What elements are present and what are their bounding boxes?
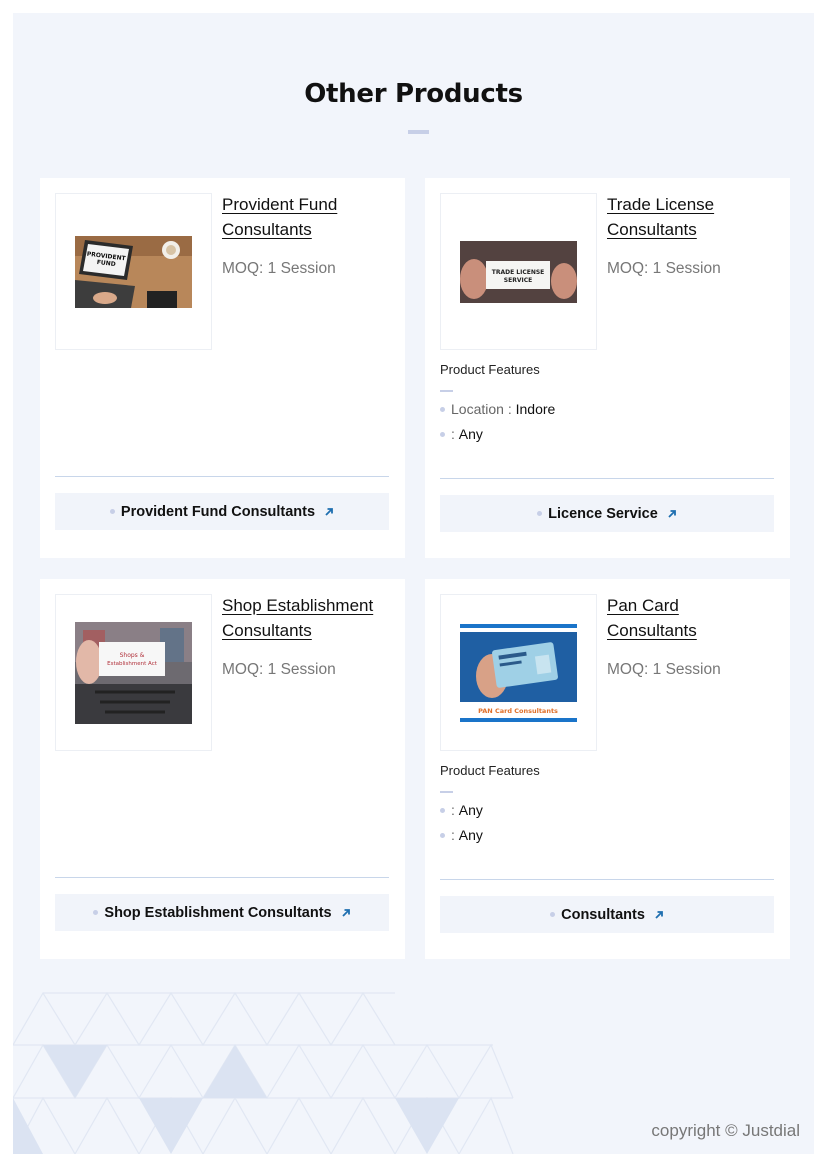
feature-sep: : [451,827,459,843]
trade-license-image: TRADE LICENSE SERVICE [460,240,577,303]
triangle-pattern [13,991,514,1154]
arrow-up-right-icon [324,507,334,517]
product-moq: MOQ: 1 Session [607,260,721,277]
section-title: Other Products [304,79,523,109]
arrow-up-right-icon [654,910,664,920]
product-features: Product Features Location : Indore : Any [440,362,780,442]
cta-label: Provident Fund Consultants [120,503,316,520]
product-title-line: Consultants [607,220,697,239]
feature-key: Location [451,401,504,417]
features-title: Product Features [440,763,540,778]
feature-sep: : [451,802,459,818]
image-label: Shops & [120,652,145,659]
product-title-link[interactable]: Shop Establishment Consultants [222,593,392,643]
product-card-trade-license: TRADE LICENSE SERVICE Trade License Cons… [425,178,790,558]
image-label: PAN Card Consultants [478,707,558,715]
product-title-line: Trade License [607,195,715,214]
cta-label: Shop Establishment Consultants [104,904,332,921]
product-cta-button[interactable]: Licence Service [440,495,774,532]
product-card-provident-fund: PROVIDENT FUND Provident Fund Consultant… [40,178,405,558]
cta-label: Consultants [561,906,645,923]
feature-value: Any [458,426,483,442]
product-title-line: Consultants [222,621,312,640]
product-card-pan-card: PAN Card Consultants Pan Card Consultant… [425,579,790,959]
shop-establishment-image: Shops & Establishment Act [75,621,192,724]
feature-item: : Any [440,426,780,442]
product-card-shop-establishment: Shops & Establishment Act Shop Establish… [40,579,405,959]
feature-item: : Any [440,802,780,818]
card-divider [440,879,774,880]
product-image-frame[interactable]: Shops & Establishment Act [55,594,212,751]
features-title: Product Features [440,362,540,377]
image-label: Establishment Act [107,661,158,667]
product-image-frame[interactable]: PAN Card Consultants [440,594,597,751]
bullet-dot [440,406,445,412]
card-divider [55,476,389,477]
provident-fund-image: PROVIDENT FUND [75,235,192,308]
title-underline [408,130,429,134]
image-label: TRADE LICENSE [492,269,545,276]
product-cta-button[interactable]: Consultants [440,896,774,933]
feature-item: : Any [440,827,780,843]
product-title-line: Consultants [607,621,697,640]
cta-label: Licence Service [548,505,658,522]
feature-value: Any [458,802,483,818]
product-cta-button[interactable]: Provident Fund Consultants [55,493,389,530]
bullet-dot [440,832,445,838]
bullet-dot [440,431,445,437]
bullet-dot [550,912,556,917]
product-title-line: Provident Fund [222,195,338,214]
card-divider [55,877,389,878]
arrow-up-right-icon [667,509,677,519]
pan-card-image: PAN Card Consultants [460,623,577,722]
feature-item: Location : Indore [440,401,780,417]
copyright-text: copyright © Justdial [651,1121,800,1140]
features-dash [440,390,453,392]
product-moq: MOQ: 1 Session [607,661,721,678]
feature-value: Indore [515,401,556,417]
bullet-dot [93,910,99,915]
product-features: Product Features : Any : Any [440,763,780,843]
card-divider [440,478,774,479]
arrow-up-right-icon [341,908,351,918]
product-cta-button[interactable]: Shop Establishment Consultants [55,894,389,931]
image-label: SERVICE [504,277,532,284]
product-image-frame[interactable]: PROVIDENT FUND [55,193,212,350]
bullet-dot [109,509,115,514]
product-title-link[interactable]: Pan Card Consultants [607,593,777,643]
product-title-link[interactable]: Trade License Consultants [607,192,777,242]
feature-value: Any [458,827,483,843]
feature-sep: : [451,426,459,442]
page-background: Other Products PROVIDENT FUND Provident … [13,13,814,1154]
bullet-dot [440,807,445,813]
product-title-line: Consultants [222,220,312,239]
product-title-link[interactable]: Provident Fund Consultants [222,192,392,242]
product-moq: MOQ: 1 Session [222,661,336,678]
product-title-line: Pan Card [607,596,679,615]
features-dash [440,791,453,793]
product-title-line: Shop Establishment [222,596,374,615]
product-moq: MOQ: 1 Session [222,260,336,277]
bullet-dot [537,511,543,516]
feature-sep: : [503,401,516,417]
product-image-frame[interactable]: TRADE LICENSE SERVICE [440,193,597,350]
